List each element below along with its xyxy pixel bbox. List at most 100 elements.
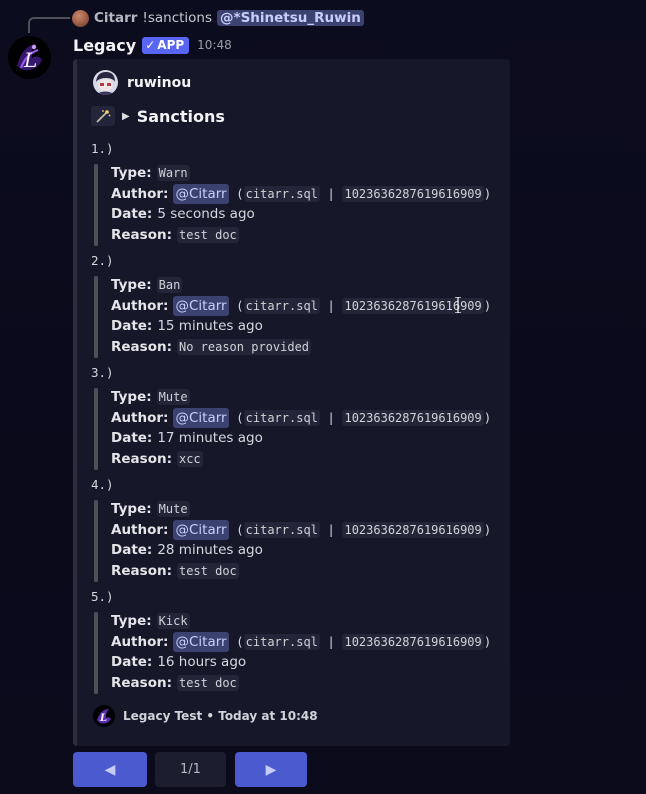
entry-number: 3.): [91, 365, 114, 380]
entry-number: 2.): [91, 253, 114, 268]
type-value: Kick: [156, 613, 190, 630]
reason-line: Reason: test doc: [111, 226, 239, 243]
reply-command: !sanctions: [142, 10, 213, 26]
author-username: citarr.sql: [243, 185, 320, 202]
blockquote-bar: [94, 276, 98, 358]
app-badge: ✓ APP: [142, 36, 190, 54]
author-avatar: [93, 70, 118, 95]
magic-wand-icon: [91, 106, 115, 126]
reply-connector: [28, 17, 70, 33]
next-page-button[interactable]: ▶: [235, 752, 307, 787]
reason-value: test doc: [176, 674, 239, 691]
author-line: Author: @Citarr (citarr.sql | 10236362876…: [111, 519, 491, 540]
author-username: citarr.sql: [243, 409, 320, 426]
triangle-right-icon: ▶: [122, 110, 130, 122]
reply-author[interactable]: Citarr: [94, 10, 137, 26]
text-cursor-icon: [455, 297, 461, 313]
svg-text:L: L: [23, 48, 37, 72]
sanctions-list: 1.) Type: Warn Author: @Citarr (citarr.sql…: [91, 139, 511, 699]
author-id: 1023636287619616909: [342, 409, 484, 426]
author-mention[interactable]: @Citarr: [173, 407, 229, 428]
app-badge-label: APP: [157, 38, 185, 52]
author-id: 1023636287619616909: [342, 185, 484, 202]
footer-logo-icon: L: [93, 705, 115, 727]
legacy-logo-icon: L: [8, 36, 51, 79]
embed-footer: L Legacy Test • Today at 10:48: [93, 705, 318, 727]
arrow-left-icon: ◀: [104, 761, 116, 778]
author-username: citarr.sql: [243, 521, 320, 538]
embed-title-text: Sanctions: [136, 106, 225, 126]
message-timestamp[interactable]: 10:48: [197, 38, 232, 52]
date-line: Date: 17 minutes ago: [111, 428, 491, 449]
blockquote-bar: [94, 164, 98, 246]
type-value: Mute: [156, 501, 190, 518]
author-line: Author: @Citarr (citarr.sql | 10236362876…: [111, 631, 491, 652]
sanction-entry: 3.) Type: Mute Author: @Citarr (citarr.sql…: [91, 363, 511, 475]
date-value: 5 seconds ago: [157, 206, 255, 222]
reply-preview[interactable]: Citarr !sanctions @*Shinetsu_Ruwin: [72, 8, 364, 28]
type-line: Type: Mute: [111, 501, 190, 518]
reason-line: Reason: xcc: [111, 450, 203, 467]
reason-value: test doc: [176, 562, 239, 579]
blockquote-bar: [94, 500, 98, 582]
embed-title: ▶ Sanctions: [91, 106, 225, 126]
date-line: Date: 28 minutes ago: [111, 540, 491, 561]
reason-value: No reason provided: [176, 338, 312, 355]
type-line: Type: Mute: [111, 389, 190, 406]
reason-value: test doc: [176, 226, 239, 243]
date-line: Date: 5 seconds ago: [111, 204, 491, 225]
reply-mention[interactable]: @*Shinetsu_Ruwin: [217, 10, 364, 26]
author-id: 1023636287619616909: [342, 633, 484, 650]
reply-avatar[interactable]: [72, 9, 89, 27]
date-value: 17 minutes ago: [157, 430, 263, 446]
bot-name[interactable]: Legacy: [73, 36, 136, 55]
date-value: 15 minutes ago: [157, 318, 263, 334]
author-username: citarr.sql: [243, 633, 320, 650]
date-line: Date: 15 minutes ago: [111, 316, 491, 337]
author-mention[interactable]: @Citarr: [173, 631, 229, 652]
type-value: Mute: [156, 389, 190, 406]
reason-line: Reason: test doc: [111, 562, 239, 579]
reason-line: Reason: test doc: [111, 674, 239, 691]
sanction-entry: 2.) Type: Ban Author: @Citarr (citarr.sql …: [91, 251, 511, 363]
previous-page-button[interactable]: ◀: [73, 752, 147, 787]
arrow-right-icon: ▶: [265, 761, 277, 778]
sanction-entry: 1.) Type: Warn Author: @Citarr (citarr.sql…: [91, 139, 511, 251]
author-mention[interactable]: @Citarr: [173, 519, 229, 540]
embed-author: ruwinou: [93, 70, 191, 95]
date-line: Date: 16 hours ago: [111, 652, 491, 673]
author-line: Author: @Citarr (citarr.sql | 10236362876…: [111, 407, 491, 428]
page-indicator-button[interactable]: 1/1: [155, 752, 226, 787]
type-line: Type: Warn: [111, 165, 190, 182]
sanction-entry: 5.) Type: Kick Author: @Citarr (citarr.sql…: [91, 587, 511, 699]
author-username: citarr.sql: [243, 297, 320, 314]
reason-line: Reason: No reason provided: [111, 338, 312, 355]
entry-number: 5.): [91, 589, 114, 604]
message-header: Legacy ✓ APP 10:48: [73, 34, 232, 56]
sanctions-embed: ruwinou ▶ Sanctions 1.) Type: Warn Author…: [73, 59, 510, 746]
author-line: Author: @Citarr (citarr.sql | 10236362876…: [111, 295, 491, 316]
author-id: 1023636287619616909: [342, 297, 484, 314]
type-line: Type: Ban: [111, 277, 183, 294]
footer-text: Legacy Test • Today at 10:48: [123, 709, 318, 723]
page-indicator: 1/1: [180, 762, 201, 777]
entry-number: 4.): [91, 477, 114, 492]
entry-number: 1.): [91, 141, 114, 156]
type-line: Type: Kick: [111, 613, 190, 630]
author-line: Author: @Citarr (citarr.sql | 10236362876…: [111, 183, 491, 204]
svg-text:L: L: [99, 713, 107, 724]
author-mention[interactable]: @Citarr: [173, 295, 229, 316]
blockquote-bar: [94, 612, 98, 694]
date-value: 16 hours ago: [157, 654, 247, 670]
blockquote-bar: [94, 388, 98, 470]
date-value: 28 minutes ago: [157, 542, 263, 558]
type-value: Ban: [156, 277, 183, 294]
embed-author-name: ruwinou: [127, 74, 192, 91]
user-avatar-icon: [93, 70, 118, 95]
verified-check-icon: ✓: [145, 38, 156, 52]
bot-avatar[interactable]: L: [8, 36, 51, 79]
type-value: Warn: [156, 165, 190, 182]
sanction-entry: 4.) Type: Mute Author: @Citarr (citarr.sql…: [91, 475, 511, 587]
author-id: 1023636287619616909: [342, 521, 484, 538]
author-mention[interactable]: @Citarr: [173, 183, 229, 204]
